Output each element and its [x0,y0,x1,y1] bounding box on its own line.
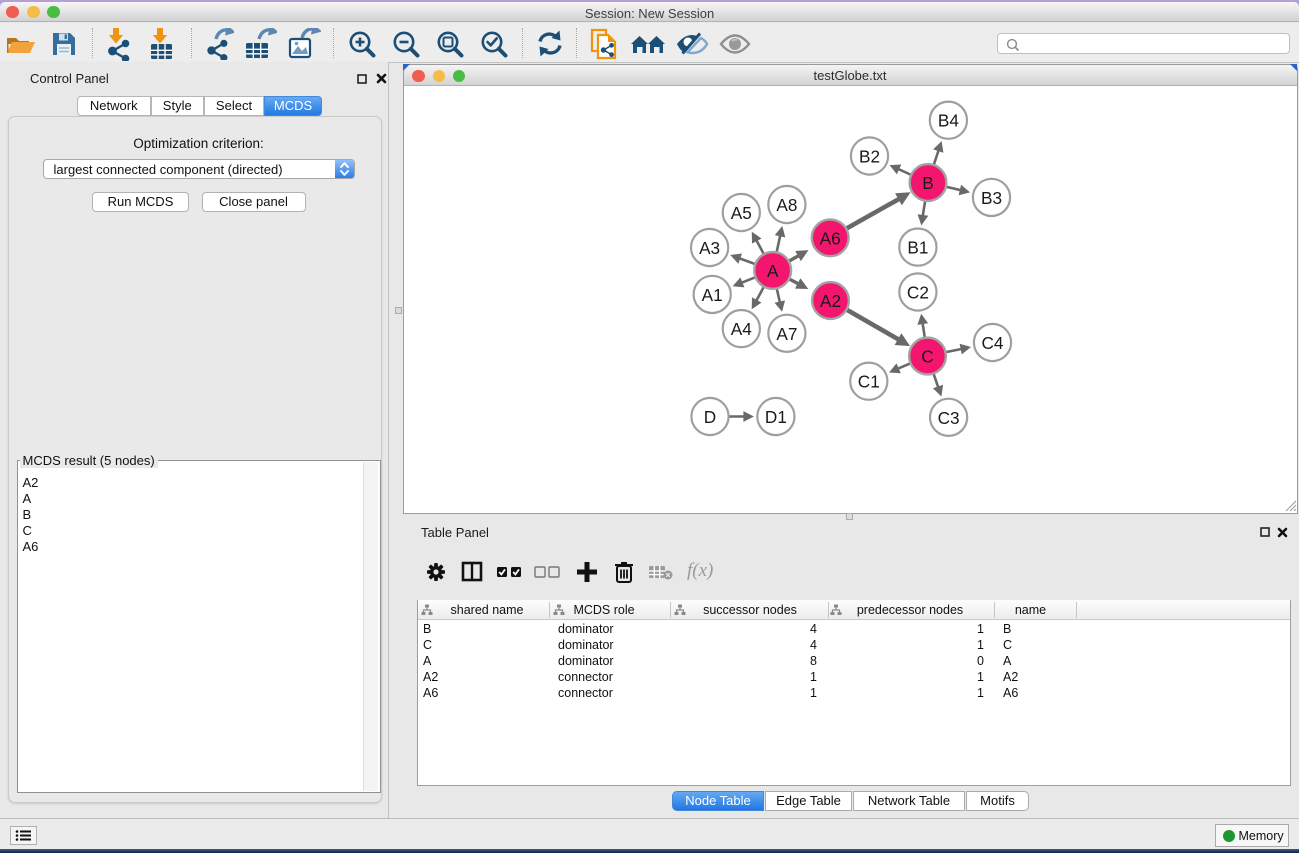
svg-text:A4: A4 [730,319,751,339]
svg-text:C: C [921,347,933,367]
svg-text:B1: B1 [907,238,928,258]
svg-text:A1: A1 [701,285,722,305]
svg-text:C2: C2 [906,283,928,303]
svg-text:B3: B3 [980,188,1001,208]
svg-text:A3: A3 [699,238,720,258]
svg-text:A7: A7 [776,324,797,344]
svg-text:A8: A8 [776,195,797,215]
svg-text:B4: B4 [937,111,958,131]
svg-text:D: D [703,407,715,427]
svg-text:B: B [922,173,933,193]
svg-text:A: A [766,261,778,281]
svg-text:A5: A5 [730,203,751,223]
svg-text:C3: C3 [937,408,959,428]
svg-text:C4: C4 [981,333,1003,353]
svg-text:B2: B2 [858,147,879,167]
svg-text:D1: D1 [764,407,786,427]
svg-text:C1: C1 [857,372,879,392]
svg-text:A6: A6 [819,228,840,248]
svg-text:A2: A2 [819,291,840,311]
